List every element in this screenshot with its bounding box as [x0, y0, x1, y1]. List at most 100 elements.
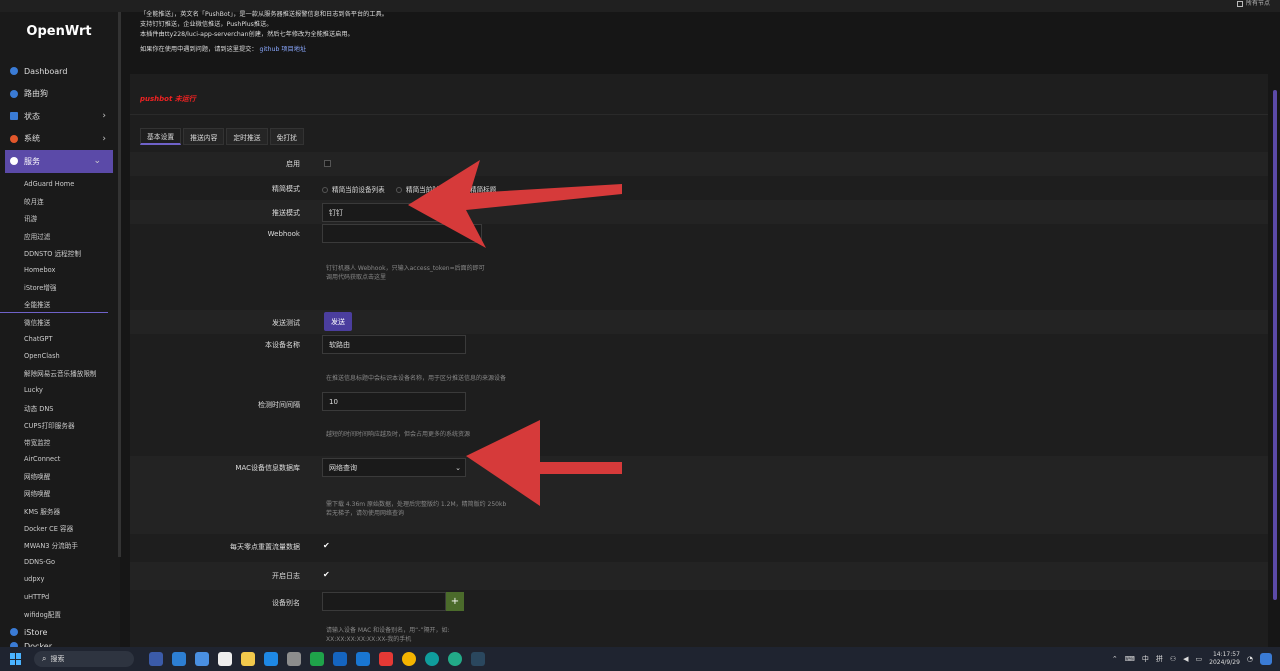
volume-icon[interactable]: ◀: [1183, 655, 1188, 663]
lite-option-label: 精简当前时间: [406, 186, 446, 194]
webhook-input[interactable]: [322, 224, 482, 243]
lite-option-time[interactable]: 精简当前时间: [396, 184, 446, 194]
app-icon[interactable]: [148, 652, 163, 666]
sidebar-subitem[interactable]: 讯游: [0, 210, 118, 227]
sidebar-subitem[interactable]: MWAN3 分流助手: [0, 536, 118, 553]
clock-time: 14:17:57: [1212, 651, 1240, 658]
sidebar-subitem[interactable]: DDNSTO 远程控制: [0, 244, 118, 261]
weather-icon[interactable]: [1260, 653, 1272, 665]
push-mode-select[interactable]: 钉钉: [322, 203, 466, 222]
sidebar-item-status[interactable]: 状态 ›: [0, 105, 118, 128]
system-tray: ⌃ ⌨ 中 拼 ⚇ ◀ ▭ 14:17:57 2024/9/29 ◔: [1105, 647, 1272, 671]
mac-db-label: MAC设备信息数据库: [235, 464, 300, 472]
tray-chevron-icon[interactable]: ⌃: [1112, 655, 1118, 663]
enable-checkbox[interactable]: [324, 160, 331, 167]
main-content: 「全能推送」，英文名「PushBot」，是一款从服务器推送报警信息和日志到各平台…: [122, 11, 1272, 649]
sidebar-subitem[interactable]: wifidog配置: [0, 605, 118, 622]
sidebar-subitem[interactable]: 解除网易云音乐播放限制: [0, 365, 118, 382]
top-right-control[interactable]: 所有节点: [1236, 0, 1270, 7]
alias-input[interactable]: [322, 592, 446, 611]
send-button[interactable]: 发送: [324, 312, 352, 331]
sidebar-subitem-active[interactable]: 全能推送: [0, 296, 108, 313]
remote-icon[interactable]: [263, 652, 278, 666]
radio-icon: [396, 187, 402, 193]
sidebar-subitem[interactable]: 应用过滤: [0, 227, 118, 244]
notification-icon[interactable]: ◔: [1247, 655, 1253, 663]
lite-option-device-list[interactable]: 精简当前设备列表: [322, 184, 385, 194]
taskbar-search[interactable]: ⌕ 搜索: [34, 651, 134, 667]
interval-value: 10: [329, 397, 338, 406]
sidebar-subitem[interactable]: 动态 DNS: [0, 399, 118, 416]
sketch-icon[interactable]: [332, 652, 347, 666]
chevron-right-icon: ›: [102, 133, 106, 144]
page-scrollbar[interactable]: [1273, 90, 1277, 600]
tab-basic-settings[interactable]: 基本设置: [140, 128, 182, 145]
edge-icon[interactable]: [424, 652, 439, 666]
app-icon[interactable]: [378, 652, 393, 666]
form-row-webhook: Webhook 钉钉机器人 Webhook，只输入access_token=后面…: [130, 224, 1268, 310]
sidebar-subitem[interactable]: AirConnect: [0, 451, 118, 468]
minecraft-icon[interactable]: [286, 652, 301, 666]
tab-scheduled-push[interactable]: 定时推送: [226, 128, 268, 145]
form-row-mac-db: MAC设备信息数据库 网络查询 ⌄ 需下载 4.36m 原始数据，处理后完整版约 …: [130, 456, 1268, 534]
settings-card: pushbot 未运行 基本设置 推送内容 定时推送 免打扰 启用 精简模式 精…: [130, 74, 1268, 649]
add-alias-button[interactable]: +: [446, 592, 464, 611]
clock[interactable]: 14:17:57 2024/9/29: [1209, 651, 1240, 667]
sidebar-subitem[interactable]: udpxy: [0, 571, 118, 588]
keyboard-icon[interactable]: ⌨: [1125, 655, 1135, 663]
sidebar-subitem[interactable]: 带宽监控: [0, 433, 118, 450]
search-icon: ⌕: [42, 654, 47, 663]
steam-icon[interactable]: [470, 652, 485, 666]
sidebar-item-services[interactable]: 服务 ⌄: [5, 150, 113, 173]
logo: OpenWrt: [26, 24, 92, 39]
taskbar-apps: [144, 652, 489, 666]
chrome-icon[interactable]: [401, 652, 416, 666]
device-name-input[interactable]: 软路由: [322, 335, 466, 354]
sidebar-subitem[interactable]: Docker CE 容器: [0, 519, 118, 536]
tab-do-not-disturb[interactable]: 免打扰: [269, 128, 304, 145]
sidebar-subitem[interactable]: Lucky: [0, 382, 118, 399]
sidebar-subitem[interactable]: 微信推送: [0, 313, 118, 330]
checkbox-icon: [1236, 0, 1243, 7]
sidebar-item-router-dog[interactable]: 路由狗: [0, 83, 118, 106]
sidebar-subitem[interactable]: 网络唤醒: [0, 468, 118, 485]
mac-db-select[interactable]: 网络查询 ⌄: [322, 458, 466, 477]
sidebar-item-dashboard[interactable]: Dashboard: [0, 60, 118, 83]
interval-input[interactable]: 10: [322, 392, 466, 411]
reset-traffic-checkbox[interactable]: ✔: [323, 541, 330, 550]
app-icon[interactable]: [447, 652, 462, 666]
sidebar-subitem[interactable]: OpenClash: [0, 347, 118, 364]
mail-icon[interactable]: [171, 652, 186, 666]
intro-line: 本插件由tty228/luci-app-serverchan创建，然后七年修改为…: [140, 31, 354, 38]
github-link[interactable]: github 项目地址: [260, 46, 307, 53]
sidebar-subitem[interactable]: uHTTPd: [0, 588, 118, 605]
log-checkbox[interactable]: ✔: [323, 570, 330, 579]
sidebar-subitem[interactable]: 皎月连: [0, 193, 118, 210]
vpn-icon[interactable]: [355, 652, 370, 666]
tab-push-content[interactable]: 推送内容: [183, 128, 225, 145]
excel-icon[interactable]: [309, 652, 324, 666]
sidebar-item-system[interactable]: 系统 ›: [0, 128, 118, 151]
calculator-icon[interactable]: [217, 652, 232, 666]
input-mode-label[interactable]: 拼: [1156, 654, 1163, 664]
sidebar-scrollbar[interactable]: [118, 12, 121, 557]
sidebar-subitem[interactable]: CUPS打印服务器: [0, 416, 118, 433]
input-lang-label[interactable]: 中: [1142, 654, 1149, 664]
network-icon[interactable]: ⚇: [1170, 655, 1176, 663]
sidebar-subitem[interactable]: 网络唤醒: [0, 485, 118, 502]
sidebar-subitem[interactable]: Homebox: [0, 261, 118, 278]
lite-option-title[interactable]: 精简标题: [460, 184, 496, 194]
sidebar-subitem[interactable]: iStore增强: [0, 279, 118, 296]
sidebar-subitem[interactable]: KMS 服务器: [0, 502, 118, 519]
webhook-help-link[interactable]: 调用代码获取点击这里: [326, 273, 485, 282]
battery-icon[interactable]: ▭: [1196, 655, 1203, 663]
folder-icon[interactable]: [240, 652, 255, 666]
form-row-enable: 启用: [130, 152, 1268, 176]
windows-start-icon[interactable]: [10, 653, 22, 665]
sidebar-subitem[interactable]: ChatGPT: [0, 330, 118, 347]
sidebar-subitem[interactable]: AdGuard Home: [0, 176, 118, 193]
sidebar-subitem[interactable]: DDNS-Go: [0, 554, 118, 571]
explorer-icon[interactable]: [194, 652, 209, 666]
sidebar-item-istore[interactable]: iStore: [0, 622, 118, 642]
alias-help: 请输入设备 MAC 和设备别名，用“-”隔开，如: XX:XX:XX:XX:XX:…: [326, 626, 450, 644]
